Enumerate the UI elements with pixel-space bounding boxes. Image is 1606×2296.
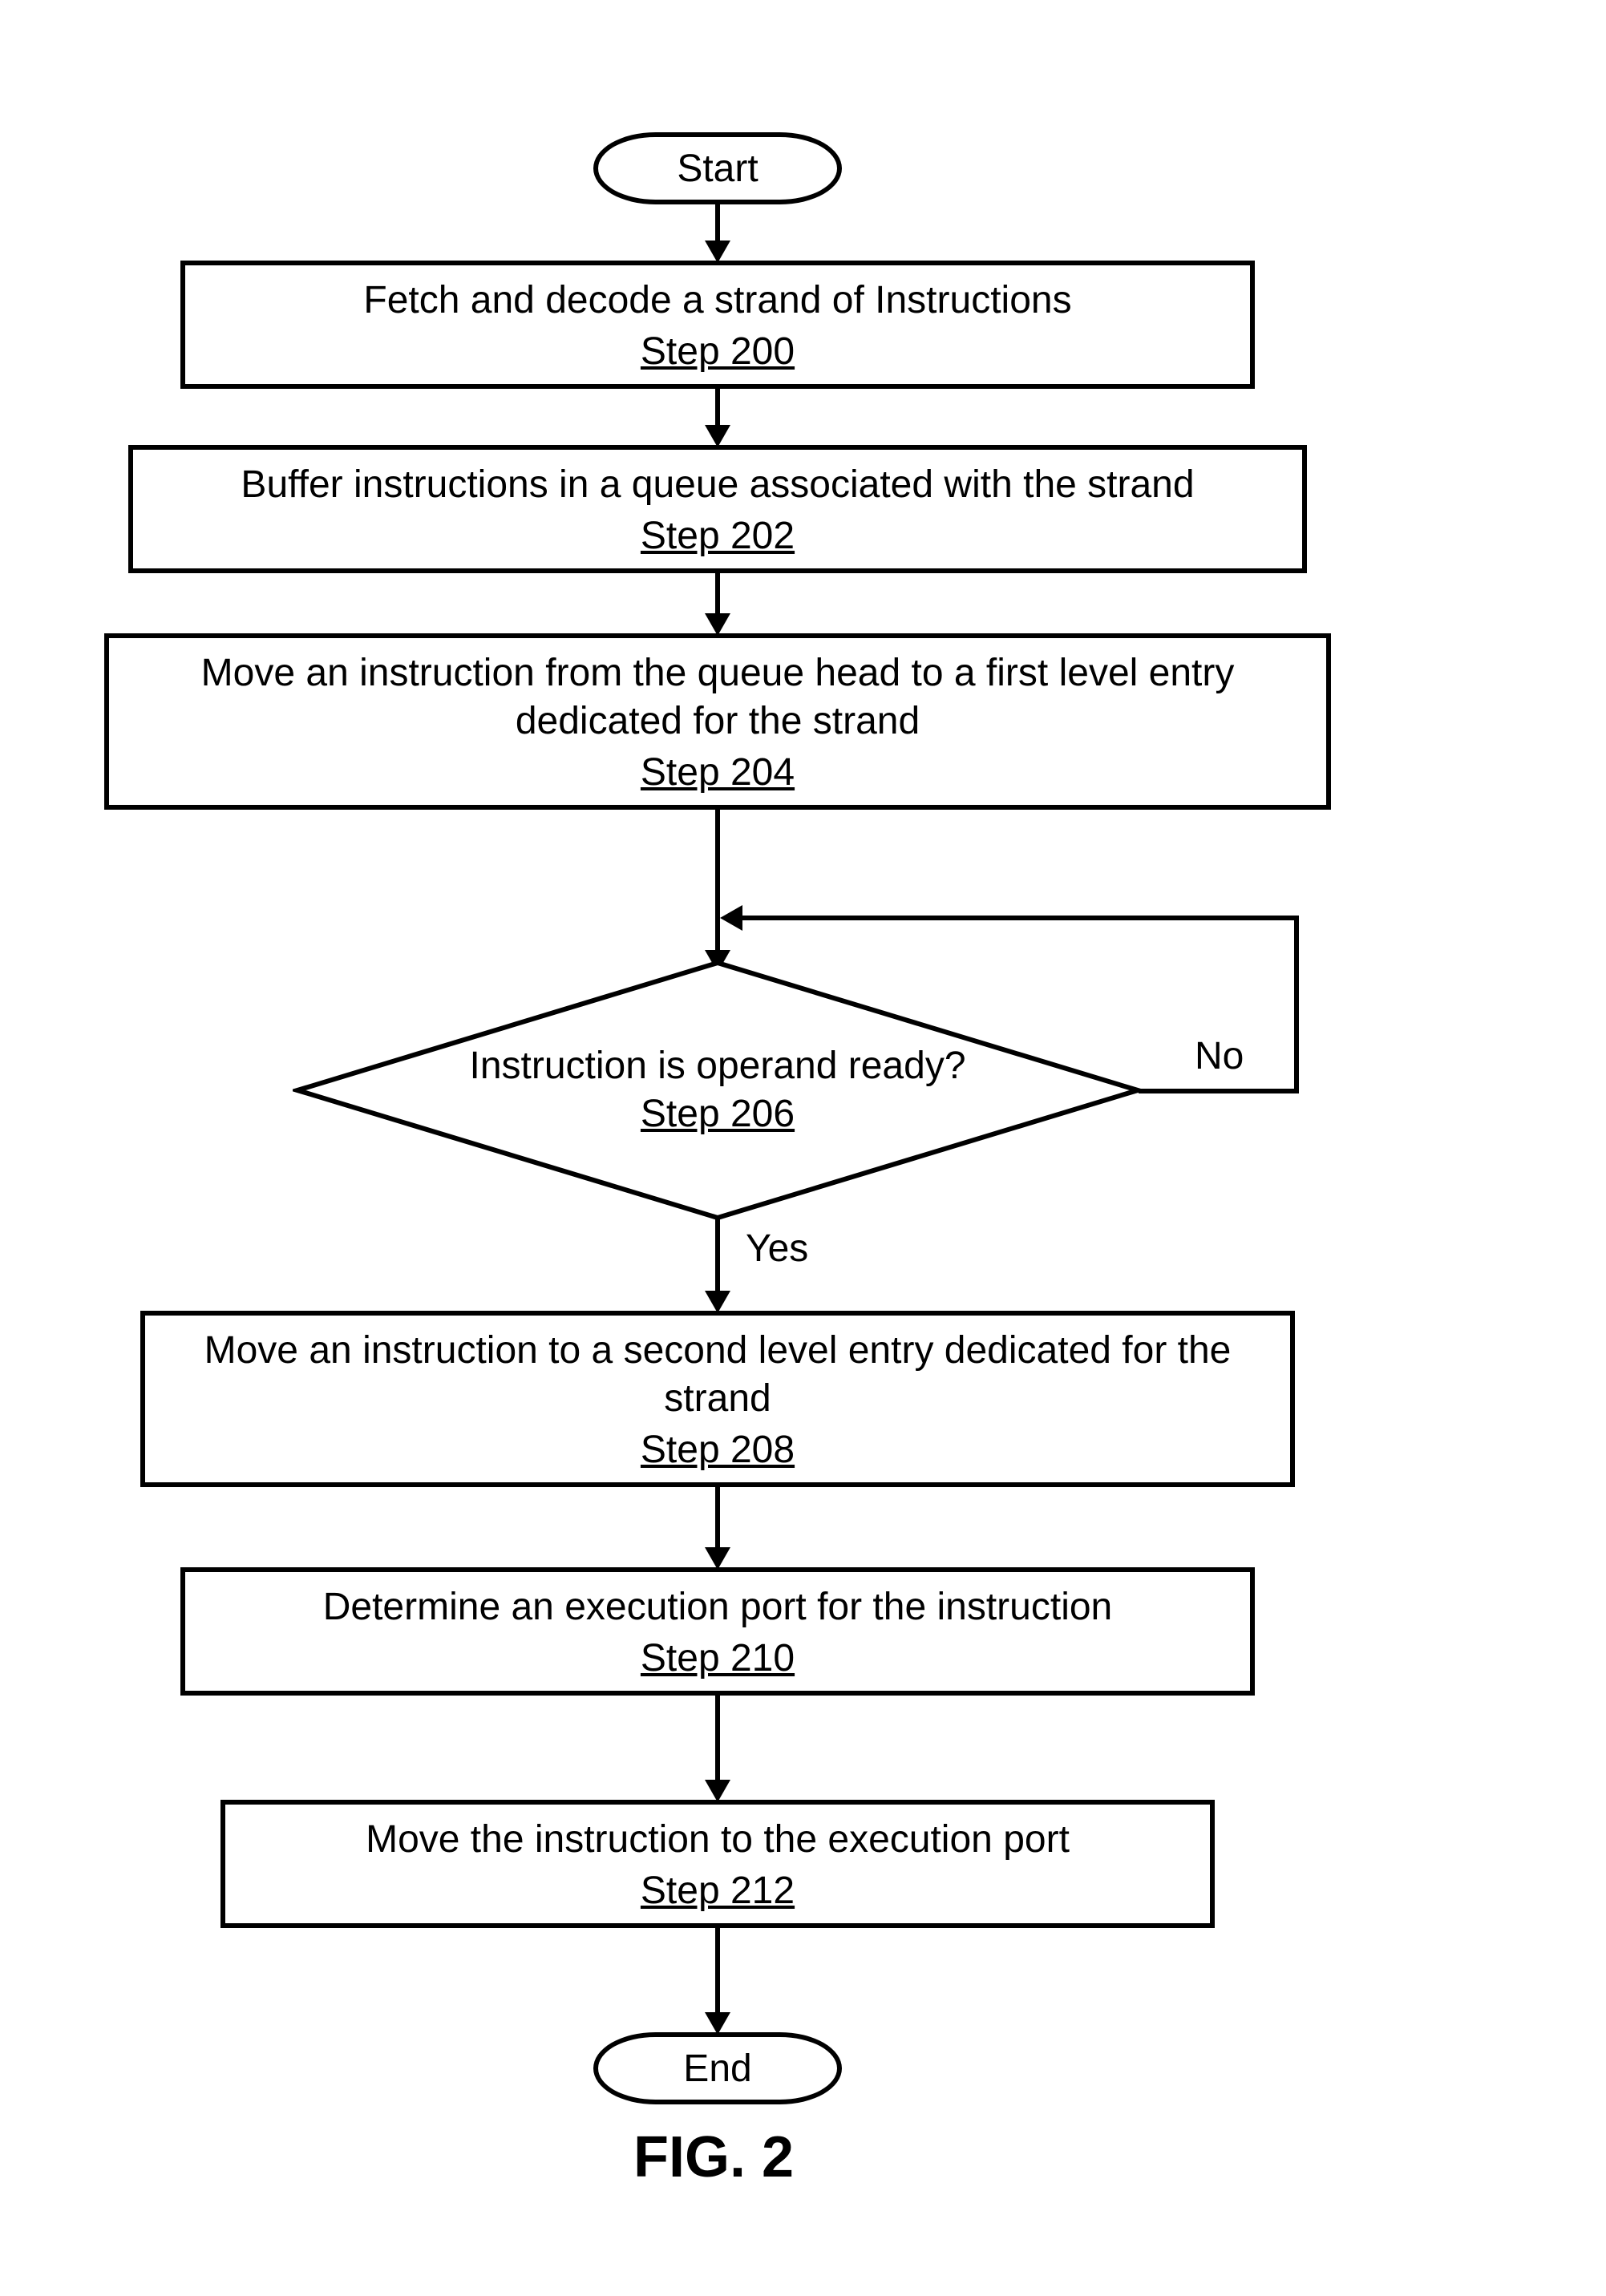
process-step-202-step: Step 202 xyxy=(641,514,795,558)
arrow xyxy=(1294,918,1299,1093)
process-step-204: Move an instruction from the queue head … xyxy=(104,633,1331,810)
process-step-202-label: Buffer instructions in a queue associate… xyxy=(241,461,1194,509)
arrow xyxy=(715,1219,720,1295)
arrow xyxy=(715,810,720,918)
arrow xyxy=(715,1696,720,1784)
process-step-210-step: Step 210 xyxy=(641,1636,795,1680)
process-step-210-label: Determine an execution port for the inst… xyxy=(323,1583,1113,1631)
figure-caption: FIG. 2 xyxy=(633,2124,794,2190)
terminator-start: Start xyxy=(593,132,842,204)
process-step-208-label: Move an instruction to a second level en… xyxy=(177,1327,1258,1423)
process-step-212-step: Step 212 xyxy=(641,1869,795,1913)
decision-step-206-label-wrap: Instruction is operand ready? Step 206 xyxy=(397,1042,1038,1138)
process-step-212: Move the instruction to the execution po… xyxy=(220,1800,1215,1928)
arrowhead-down-icon xyxy=(705,241,730,263)
arrow xyxy=(715,1487,720,1551)
arrowhead-down-icon xyxy=(705,613,730,636)
process-step-204-step: Step 204 xyxy=(641,750,795,794)
arrow xyxy=(1139,1089,1299,1093)
arrowhead-down-icon xyxy=(705,1780,730,1802)
process-step-210: Determine an execution port for the inst… xyxy=(180,1567,1255,1696)
process-step-200-step: Step 200 xyxy=(641,329,795,374)
process-step-212-label: Move the instruction to the execution po… xyxy=(366,1816,1070,1864)
decision-yes-label: Yes xyxy=(746,1227,808,1271)
arrowhead-down-icon xyxy=(705,1291,730,1313)
arrow xyxy=(715,1928,720,2016)
arrow xyxy=(715,389,720,429)
arrow xyxy=(742,916,1299,920)
process-step-200-label: Fetch and decode a strand of Instruction… xyxy=(363,277,1071,325)
flowchart-canvas: Start Fetch and decode a strand of Instr… xyxy=(0,0,1606,2296)
terminator-end-label: End xyxy=(683,2047,751,2091)
arrowhead-down-icon xyxy=(705,2012,730,2035)
process-step-208: Move an instruction to a second level en… xyxy=(140,1311,1295,1487)
process-step-200: Fetch and decode a strand of Instruction… xyxy=(180,261,1255,389)
process-step-202: Buffer instructions in a queue associate… xyxy=(128,445,1307,573)
arrow xyxy=(715,204,720,245)
arrowhead-left-icon xyxy=(720,905,742,931)
process-step-208-step: Step 208 xyxy=(641,1428,795,1472)
arrowhead-down-icon xyxy=(705,425,730,447)
decision-step-206-step: Step 206 xyxy=(397,1090,1038,1138)
decision-no-label: No xyxy=(1195,1034,1244,1078)
terminator-start-label: Start xyxy=(677,147,758,191)
decision-step-206-label: Instruction is operand ready? xyxy=(397,1042,1038,1090)
arrow xyxy=(715,573,720,617)
arrowhead-down-icon xyxy=(705,1547,730,1570)
process-step-204-label: Move an instruction from the queue head … xyxy=(141,649,1294,746)
terminator-end: End xyxy=(593,2032,842,2104)
